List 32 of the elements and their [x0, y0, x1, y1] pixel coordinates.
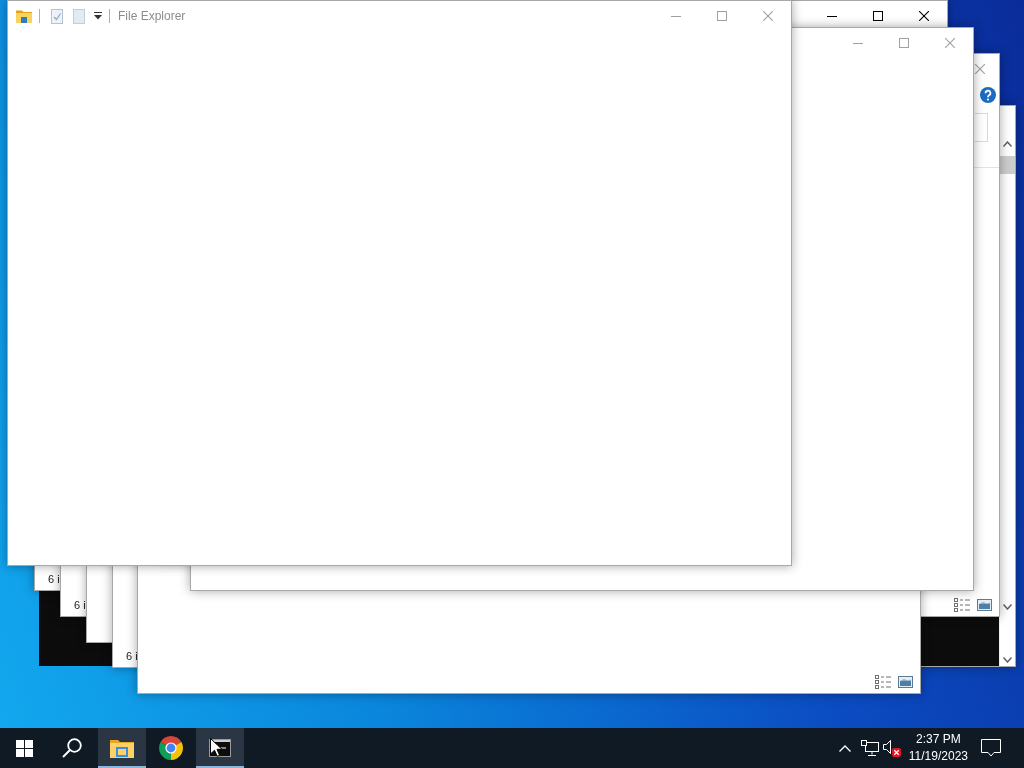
clock-time[interactable]: 2:37 PM [916, 731, 961, 748]
minimize-icon[interactable] [827, 15, 837, 17]
details-view-icon[interactable] [954, 598, 970, 612]
close-icon[interactable] [919, 11, 929, 21]
clock-date[interactable]: 11/19/2023 [908, 748, 968, 765]
status-text: 6 i [74, 599, 86, 611]
speaker-muted-icon[interactable] [882, 739, 901, 757]
caret-icon[interactable] [94, 12, 102, 20]
help-icon[interactable] [980, 87, 996, 103]
status-text: 6 i [48, 573, 60, 585]
maximize-icon[interactable] [873, 11, 883, 21]
details-view-icon[interactable] [875, 675, 891, 689]
taskbar-button[interactable] [196, 728, 244, 768]
mouse-pointer-icon [210, 738, 223, 757]
chevron-down-icon[interactable] [1003, 657, 1012, 663]
chevron-up-icon[interactable] [1003, 141, 1012, 147]
chrome-icon[interactable] [159, 736, 183, 760]
scrollbar-thumb[interactable] [1000, 156, 1015, 174]
chevron-down-icon[interactable] [1003, 604, 1012, 610]
windows-logo-icon[interactable] [15, 739, 33, 757]
taskbar-button[interactable] [98, 728, 146, 768]
window-title: File Explorer [118, 9, 186, 23]
large-icons-view-icon[interactable] [898, 676, 913, 688]
search-icon[interactable] [62, 738, 82, 758]
network-icon[interactable] [860, 740, 879, 756]
status-text: 6 i [126, 650, 138, 662]
large-icons-view-icon[interactable] [977, 599, 992, 611]
folder-icon[interactable] [16, 9, 32, 23]
folder-icon[interactable] [110, 738, 134, 758]
notification-icon[interactable] [981, 739, 1001, 757]
search-field[interactable] [975, 113, 988, 142]
document-check-icon[interactable] [51, 8, 63, 24]
